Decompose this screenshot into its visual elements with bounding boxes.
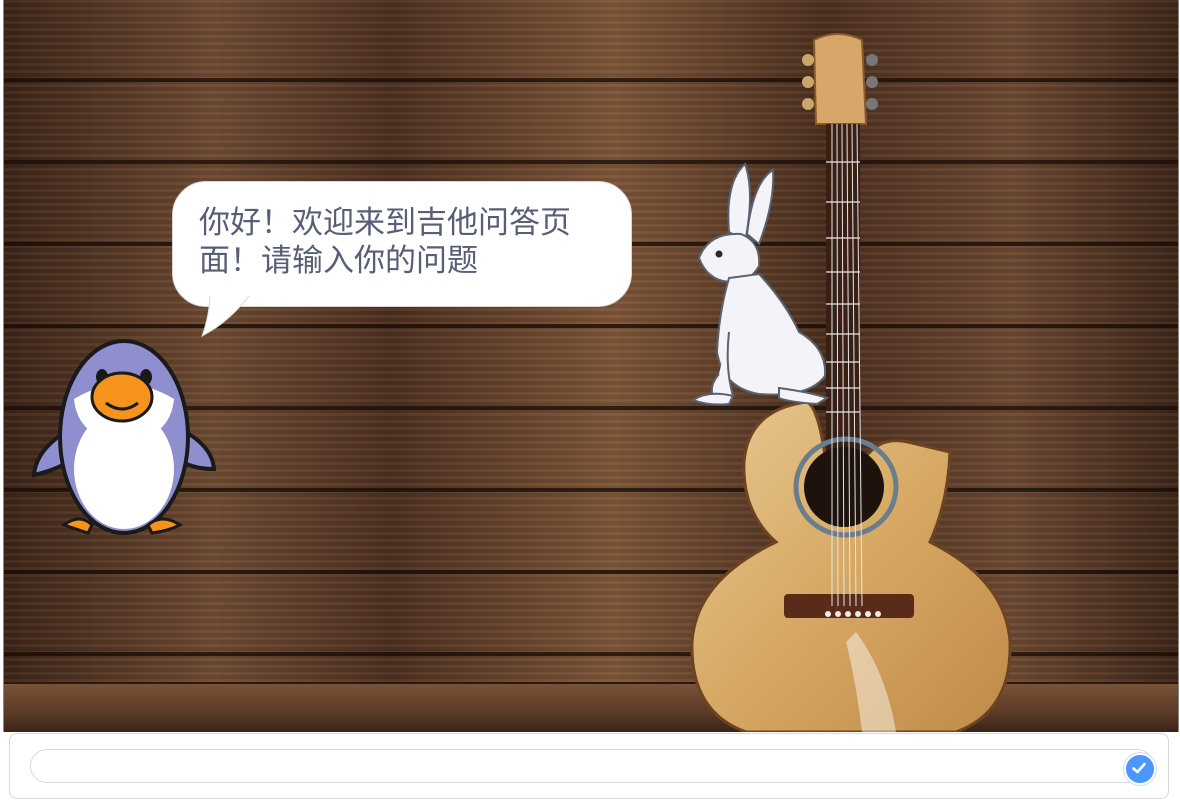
check-icon [1132,762,1146,774]
speech-bubble-text: 你好！欢迎来到吉他问答页面！请输入你的问题 [199,205,571,279]
penguin-icon[interactable] [30,329,220,543]
rabbit-icon[interactable] [689,162,831,408]
submit-answer-button[interactable] [1124,753,1156,785]
answer-prompt [9,733,1169,799]
speech-bubble: 你好！欢迎来到吉他问答页面！请输入你的问题 [172,181,632,307]
answer-input[interactable] [30,749,1154,783]
stage: 你好！欢迎来到吉他问答页面！请输入你的问题 [3,0,1179,732]
